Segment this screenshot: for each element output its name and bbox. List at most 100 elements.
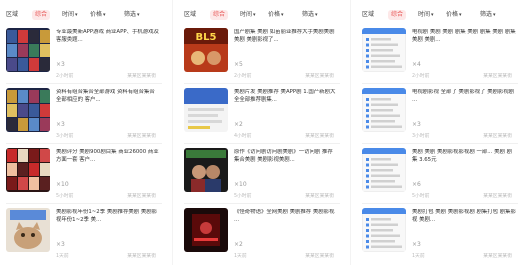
filter-tab[interactable]: 区域 xyxy=(6,10,18,20)
item-meta: 1天前 某某区某某街 xyxy=(412,252,516,259)
item-location: 某某区某某街 xyxy=(127,194,156,199)
filter-tab-label: 区域 xyxy=(184,11,197,18)
item-count: ×10 xyxy=(234,181,247,188)
filter-tab[interactable]: 综合 xyxy=(32,10,51,20)
filter-tab[interactable]: 价格▾ xyxy=(90,10,106,20)
list-item[interactable]: 电视剧 美剧 美剧 剧集 美剧 剧集 美剧 剧集 美剧 美剧... ×4 2小时前 某… xyxy=(356,28,524,84)
thumbnail-image[interactable] xyxy=(6,148,50,192)
chevron-down-icon: ▾ xyxy=(137,12,140,18)
thumbnail-image[interactable] xyxy=(6,28,50,72)
listing-panel: 区域 综合 时间▾ 价格▾ 筛选▾ 电视剧 美剧 美剧 剧集 美剧 剧集 美剧 剧集 美剧… xyxy=(356,0,524,265)
item-count: ×2 xyxy=(234,121,243,128)
item-title[interactable]: 国产剧集 美剧 如苗丽亚推荐大手美剧美剧美剧 美剧影视了... xyxy=(234,29,338,44)
filter-tab[interactable]: 时间▾ xyxy=(418,10,434,20)
list-item[interactable]: 专业最美新APP游戏 商业APP、手机游戏及 客服类题... ×3 2小时前 某某区某… xyxy=(0,28,168,84)
item-count: ×4 xyxy=(412,61,421,68)
item-title[interactable]: 《怪奇物语》全网美剧 美剧推荐 美剧影视 ... xyxy=(234,209,338,224)
item-time: 2小时前 xyxy=(234,74,252,79)
list-item[interactable]: 美剧影视年份1~2季 美剧推荐美剧 美剧影视年份1~2季 美... ×3 1天前 某某… xyxy=(0,208,168,264)
filter-tab[interactable]: 综合 xyxy=(210,10,229,20)
thumbnail-image[interactable] xyxy=(362,28,406,72)
chevron-down-icon: ▾ xyxy=(315,12,318,18)
filter-tab-label: 时间 xyxy=(418,11,431,18)
list-item[interactable]: 美剧片发 美剧推荐 美APP剧 1.国产新剧大全全部推荐剧集... ×2 4小时前 某… xyxy=(178,88,346,144)
thumbnail-image[interactable] xyxy=(6,88,50,132)
item-count: ×3 xyxy=(56,121,65,128)
item-time: 5小时前 xyxy=(234,194,252,199)
list-item[interactable]: 资料有组合集合全部游戏 资料有组合集合全部相应的 客户... ×3 3小时前 某某区某… xyxy=(0,88,168,144)
divider xyxy=(362,203,518,204)
item-location: 某某区某某街 xyxy=(127,134,156,139)
item-title[interactable]: 美剧评分 美剧900剧目集 商业26000 商业方面一套 客户... xyxy=(56,149,160,164)
item-count: ×3 xyxy=(56,241,65,248)
thumbnail-image[interactable] xyxy=(184,88,228,132)
item-count: ×6 xyxy=(412,181,421,188)
filter-tab[interactable]: 价格▾ xyxy=(268,10,284,20)
list-item[interactable]: 《怪奇物语》全网美剧 美剧推荐 美剧影视 ... ×2 1天前 某某区某某街 xyxy=(178,208,346,264)
item-time: 1天前 xyxy=(412,254,425,259)
chevron-down-icon: ▾ xyxy=(459,12,462,18)
filter-tab[interactable]: 综合 xyxy=(388,10,407,20)
thumbnail-image[interactable]: BL5 xyxy=(184,28,228,72)
list-item[interactable]: 美剧 美剧 美剧影视影视剧 一部... 美剧 剧集 3.65元 ×6 5小时前 某某区… xyxy=(356,148,524,204)
filter-tab[interactable]: 区域 xyxy=(362,10,374,20)
filter-tab[interactable]: 时间▾ xyxy=(62,10,78,20)
divider xyxy=(6,203,162,204)
filter-tab[interactable]: 价格▾ xyxy=(446,10,462,20)
item-title[interactable]: 专业最美新APP游戏 商业APP、手机游戏及 客服类题... xyxy=(56,29,160,44)
divider xyxy=(6,143,162,144)
filter-tab-label: 价格 xyxy=(90,11,103,18)
filter-tab-label: 价格 xyxy=(446,11,459,18)
filter-bar: 区域 综合 时间▾ 价格▾ 筛选▾ xyxy=(178,10,346,24)
chevron-down-icon: ▾ xyxy=(281,12,284,18)
thumbnail-image[interactable] xyxy=(184,148,228,192)
item-title[interactable]: 美剧影视年份1~2季 美剧推荐美剧 美剧影视年份1~2季 美... xyxy=(56,209,160,224)
item-time: 5小时前 xyxy=(412,194,430,199)
panel-separator xyxy=(350,0,351,265)
chevron-down-icon: ▾ xyxy=(75,12,78,18)
item-time: 1天前 xyxy=(56,254,69,259)
item-count: ×10 xyxy=(56,181,69,188)
filter-tab-label: 价格 xyxy=(268,11,281,18)
divider xyxy=(362,83,518,84)
item-meta: 1天前 某某区某某街 xyxy=(234,252,338,259)
item-time: 1天前 xyxy=(234,254,247,259)
list-item[interactable]: 美剧评分 美剧900剧目集 商业26000 商业方面一套 客户... ×10 5小时… xyxy=(0,148,168,204)
thumbnail-image[interactable] xyxy=(362,88,406,132)
item-meta: 2小时前 某某区某某街 xyxy=(412,72,516,79)
filter-tab[interactable]: 筛选▾ xyxy=(124,10,140,20)
item-count: ×5 xyxy=(234,61,243,68)
item-title[interactable]: 电视剧影视 全部了 美剧影视了 美剧影视剧 ... xyxy=(412,89,516,104)
item-meta: 5小时前 某某区某某街 xyxy=(412,192,516,199)
item-location: 某某区某某街 xyxy=(305,254,334,259)
filter-tab[interactable]: 时间▾ xyxy=(240,10,256,20)
item-count: ×3 xyxy=(56,61,65,68)
item-title[interactable]: 美剧 美剧 美剧影视影视剧 一部... 美剧 剧集 3.65元 xyxy=(412,149,516,164)
item-title[interactable]: 美剧片发 美剧推荐 美APP剧 1.国产新剧大全全部推荐剧集... xyxy=(234,89,338,104)
item-meta: 1天前 某某区某某街 xyxy=(56,252,160,259)
thumbnail-image[interactable] xyxy=(362,208,406,252)
list-item[interactable]: 美剧打包 美剧 美剧影视剧 剧集打包 剧集影视 美剧... ×3 1天前 某某区某某街 xyxy=(356,208,524,264)
item-location: 某某区某某街 xyxy=(127,254,156,259)
list-item[interactable]: 电视剧影视 全部了 美剧影视了 美剧影视剧 ... ×3 3小时前 某某区某某街 xyxy=(356,88,524,144)
filter-tab[interactable]: 筛选▾ xyxy=(480,10,496,20)
filter-tab[interactable]: 筛选▾ xyxy=(302,10,318,20)
chevron-down-icon: ▾ xyxy=(431,12,434,18)
item-title[interactable]: 电视剧 美剧 美剧 剧集 美剧 剧集 美剧 剧集 美剧 美剧... xyxy=(412,29,516,44)
item-location: 某某区某某街 xyxy=(305,134,334,139)
item-title[interactable]: 原作《访问剧访问剧美剧》一访问剧 推荐集合美剧 美剧影视美剧... xyxy=(234,149,338,164)
list-item[interactable]: 原作《访问剧访问剧美剧》一访问剧 推荐集合美剧 美剧影视美剧... ×10 5小时前… xyxy=(178,148,346,204)
filter-tab-label: 区域 xyxy=(6,11,19,18)
filter-tab[interactable]: 区域 xyxy=(184,10,196,20)
item-time: 3小时前 xyxy=(56,134,74,139)
item-title[interactable]: 美剧打包 美剧 美剧影视剧 剧集打包 剧集影视 美剧... xyxy=(412,209,516,224)
thumbnail-image[interactable] xyxy=(184,208,228,252)
item-meta: 5小时前 某某区某某街 xyxy=(56,192,160,199)
thumbnail-image[interactable] xyxy=(6,208,50,252)
chevron-down-icon: ▾ xyxy=(253,12,256,18)
list-item[interactable]: BL5 国产剧集 美剧 如苗丽亚推荐大手美剧美剧美剧 美剧影视了... ×5 2小时前… xyxy=(178,28,346,84)
item-title[interactable]: 资料有组合集合全部游戏 资料有组合集合全部相应的 客户... xyxy=(56,89,160,104)
filter-bar: 区域 综合 时间▾ 价格▾ 筛选▾ xyxy=(356,10,524,24)
thumbnail-image[interactable] xyxy=(362,148,406,192)
filter-bar: 区域 综合 时间▾ 价格▾ 筛选▾ xyxy=(0,10,168,24)
